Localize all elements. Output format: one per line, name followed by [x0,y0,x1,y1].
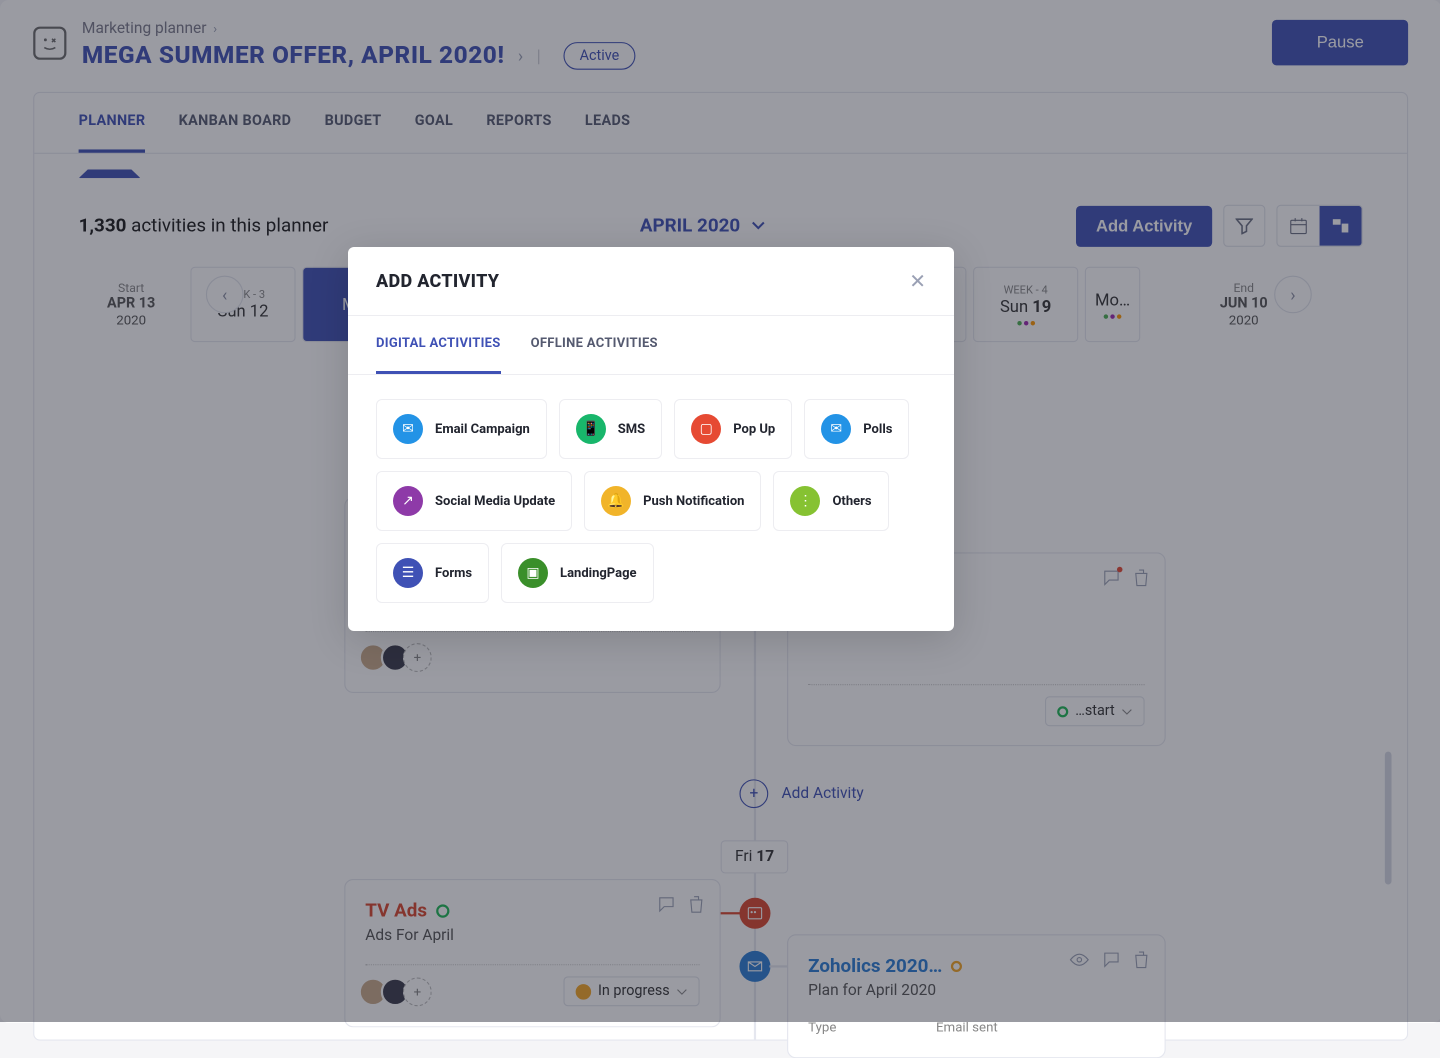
activity-icon: ✉ [393,414,423,444]
activity-icon: ↗ [393,486,423,516]
tab-digital-activities[interactable]: DIGITAL ACTIVITIES [376,316,501,374]
close-icon[interactable]: ✕ [909,269,926,293]
activity-icon: ▢ [691,414,721,444]
activity-label: LandingPage [560,566,636,581]
activity-label: Others [832,494,871,509]
activity-tile-social-media-update[interactable]: ↗ Social Media Update [376,471,572,531]
activity-label: SMS [618,422,645,437]
activity-tile-others[interactable]: ⋮ Others [773,471,888,531]
modal-body: ✉ Email Campaign 📱 SMS ▢ Pop Up ✉ Polls ↗ Social … [348,375,954,631]
activity-icon: ⋮ [790,486,820,516]
activity-tile-push-notification[interactable]: 🔔 Push Notification [584,471,761,531]
modal-tabs: DIGITAL ACTIVITIES OFFLINE ACTIVITIES [348,316,954,375]
activity-tile-forms[interactable]: ☰ Forms [376,543,489,603]
activity-tile-polls[interactable]: ✉ Polls [804,399,909,459]
activity-tile-sms[interactable]: 📱 SMS [559,399,662,459]
activity-tile-pop-up[interactable]: ▢ Pop Up [674,399,792,459]
activity-tile-landingpage[interactable]: ▣ LandingPage [501,543,653,603]
activity-label: Polls [863,422,892,437]
tab-offline-activities[interactable]: OFFLINE ACTIVITIES [531,316,658,374]
add-activity-modal: ADD ACTIVITY ✕ DIGITAL ACTIVITIES OFFLIN… [348,247,954,631]
activity-icon: ▣ [518,558,548,588]
activity-icon: ✉ [821,414,851,444]
activity-label: Email Campaign [435,422,530,437]
activity-label: Push Notification [643,494,744,509]
activity-label: Pop Up [733,422,775,437]
activity-label: Social Media Update [435,494,555,509]
modal-title: ADD ACTIVITY [376,271,499,292]
activity-icon: 🔔 [601,486,631,516]
activity-icon: ☰ [393,558,423,588]
activity-label: Forms [435,566,472,581]
activity-tile-email-campaign[interactable]: ✉ Email Campaign [376,399,547,459]
activity-icon: 📱 [576,414,606,444]
